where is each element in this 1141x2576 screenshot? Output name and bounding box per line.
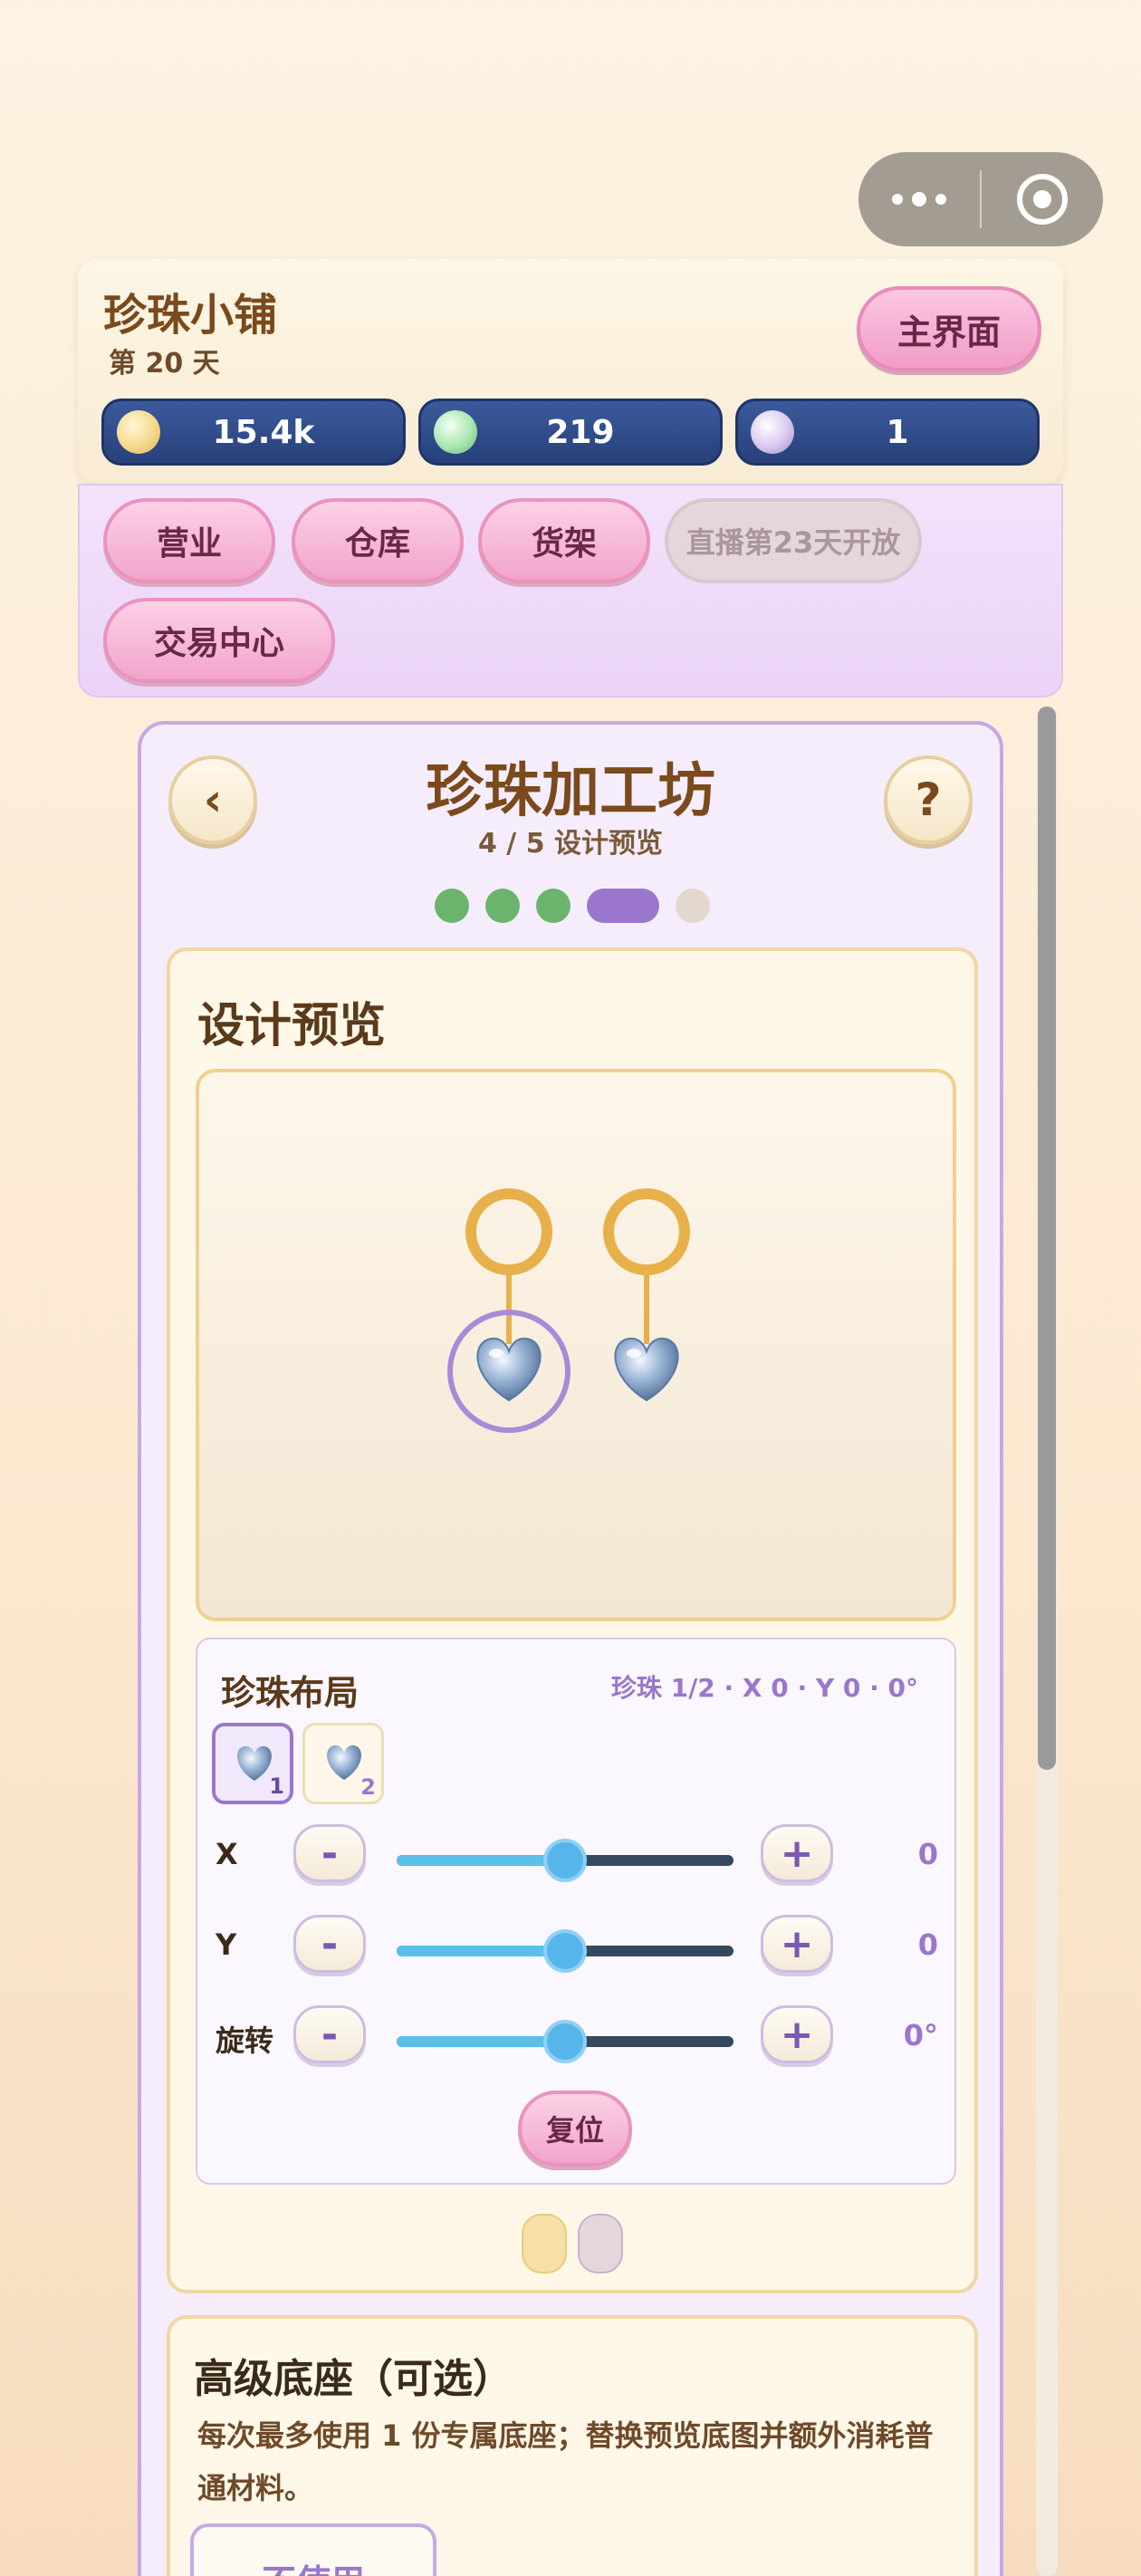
progress-step-current: [587, 889, 659, 923]
x-increase-button[interactable]: +: [761, 1824, 833, 1882]
x-slider[interactable]: [397, 1839, 734, 1882]
advanced-base-card: 高级底座（可选） 每次最多使用 1 份专属底座；替换预览底图并额外消耗普通材料。…: [167, 2315, 978, 2576]
page-dot-inactive[interactable]: [578, 2214, 623, 2273]
x-slider-knob[interactable]: [543, 1839, 587, 1882]
design-preview-title: 设计预览: [197, 999, 387, 1053]
nav-trade-center[interactable]: 交易中心: [103, 598, 335, 683]
purple-pearl-icon: [751, 410, 794, 454]
page-dot-active[interactable]: [522, 2214, 567, 2273]
progress-step-done: [485, 889, 520, 923]
nav-shelf[interactable]: 货架: [478, 498, 650, 583]
rotation-value: 0°: [903, 2018, 938, 2052]
nav-business[interactable]: 营业: [103, 498, 275, 583]
rotation-decrease-button[interactable]: -: [293, 2005, 366, 2063]
earring-right[interactable]: [603, 1188, 690, 1402]
workshop-title: 珍珠加工坊: [426, 758, 715, 825]
shop-title: 珍珠小铺: [103, 290, 278, 341]
layout-info: 珍珠 1/2 · X 0 · Y 0 · 0°: [610, 1673, 918, 1703]
reset-button[interactable]: 复位: [518, 2091, 632, 2167]
scrollbar-thumb[interactable]: [1038, 706, 1056, 1770]
step-indicator: 4 / 5 设计预览: [477, 828, 664, 860]
rotation-increase-button[interactable]: +: [761, 2005, 833, 2063]
thumb-number: 1: [269, 1773, 284, 1799]
pearl-layout-panel: 珍珠布局 珍珠 1/2 · X 0 · Y 0 · 0° 1 2 X - + 0…: [196, 1638, 956, 2185]
progress-step-todo: [676, 889, 710, 923]
close-target-icon[interactable]: [982, 174, 1103, 225]
rotation-slider-fill: [397, 2036, 565, 2047]
earring-preview: [447, 1188, 690, 1433]
rotation-label: 旋转: [216, 2023, 274, 2058]
progress-step-done: [536, 889, 570, 923]
advanced-base-description: 每次最多使用 1 份专属底座；替换预览底图并额外消耗普通材料。: [197, 2418, 934, 2505]
nav-warehouse[interactable]: 仓库: [292, 498, 464, 583]
x-label: X: [216, 1837, 238, 1871]
main-menu-button[interactable]: 主界面: [857, 286, 1041, 371]
green-pearl-icon: [434, 410, 477, 454]
rotation-slider[interactable]: [397, 2020, 734, 2063]
y-decrease-button[interactable]: -: [293, 1915, 366, 1973]
preview-canvas: [196, 1069, 956, 1621]
earring-left[interactable]: [447, 1188, 570, 1433]
gold-value: 15.4k: [212, 413, 315, 451]
x-slider-fill: [397, 1855, 565, 1866]
day-counter: 第 20 天: [109, 348, 220, 380]
mini-program-capsule: [858, 152, 1103, 246]
step-progress: [435, 888, 710, 924]
purple-pearl-resource: 1: [735, 399, 1040, 466]
purple-pearl-value: 1: [886, 413, 909, 451]
green-pearl-value: 219: [546, 413, 615, 451]
y-increase-button[interactable]: +: [761, 1915, 833, 1973]
advanced-base-title: 高级底座（可选）: [194, 2356, 513, 2402]
x-decrease-button[interactable]: -: [293, 1824, 366, 1882]
x-value: 0: [917, 1837, 938, 1871]
y-label: Y: [216, 1927, 237, 1962]
design-preview-card: 设计预览 珍珠布局 珍珠 1/2 · X 0 · Y 0 · 0° 1 2 X …: [167, 947, 978, 2293]
no-base-button[interactable]: 不使用: [190, 2523, 436, 2576]
y-slider[interactable]: [397, 1929, 734, 1973]
progress-step-done: [435, 889, 469, 923]
rotation-slider-knob[interactable]: [543, 2020, 587, 2063]
nav-panel: 营业 仓库 货架 直播第23天开放 交易中心: [78, 484, 1063, 697]
green-pearl-resource: 219: [418, 399, 723, 466]
pearl-thumb-1[interactable]: 1: [212, 1723, 293, 1804]
nav-livestream-locked: 直播第23天开放: [665, 498, 922, 583]
pearl-thumb-2[interactable]: 2: [302, 1723, 384, 1804]
y-value: 0: [917, 1927, 938, 1962]
more-icon[interactable]: [858, 192, 980, 207]
gold-resource: 15.4k: [101, 399, 406, 466]
y-slider-knob[interactable]: [543, 1929, 587, 1973]
pearl-workshop-panel: ‹ ? 珍珠加工坊 4 / 5 设计预览 设计预览 珍珠布局 珍珠 1/2 · …: [138, 721, 1003, 2576]
y-slider-fill: [397, 1946, 565, 1956]
thumb-number: 2: [360, 1774, 376, 1800]
gold-coin-icon: [117, 410, 160, 454]
shop-header: 珍珠小铺 第 20 天 主界面 15.4k 219 1: [78, 259, 1063, 484]
layout-title: 珍珠布局: [221, 1673, 360, 1713]
